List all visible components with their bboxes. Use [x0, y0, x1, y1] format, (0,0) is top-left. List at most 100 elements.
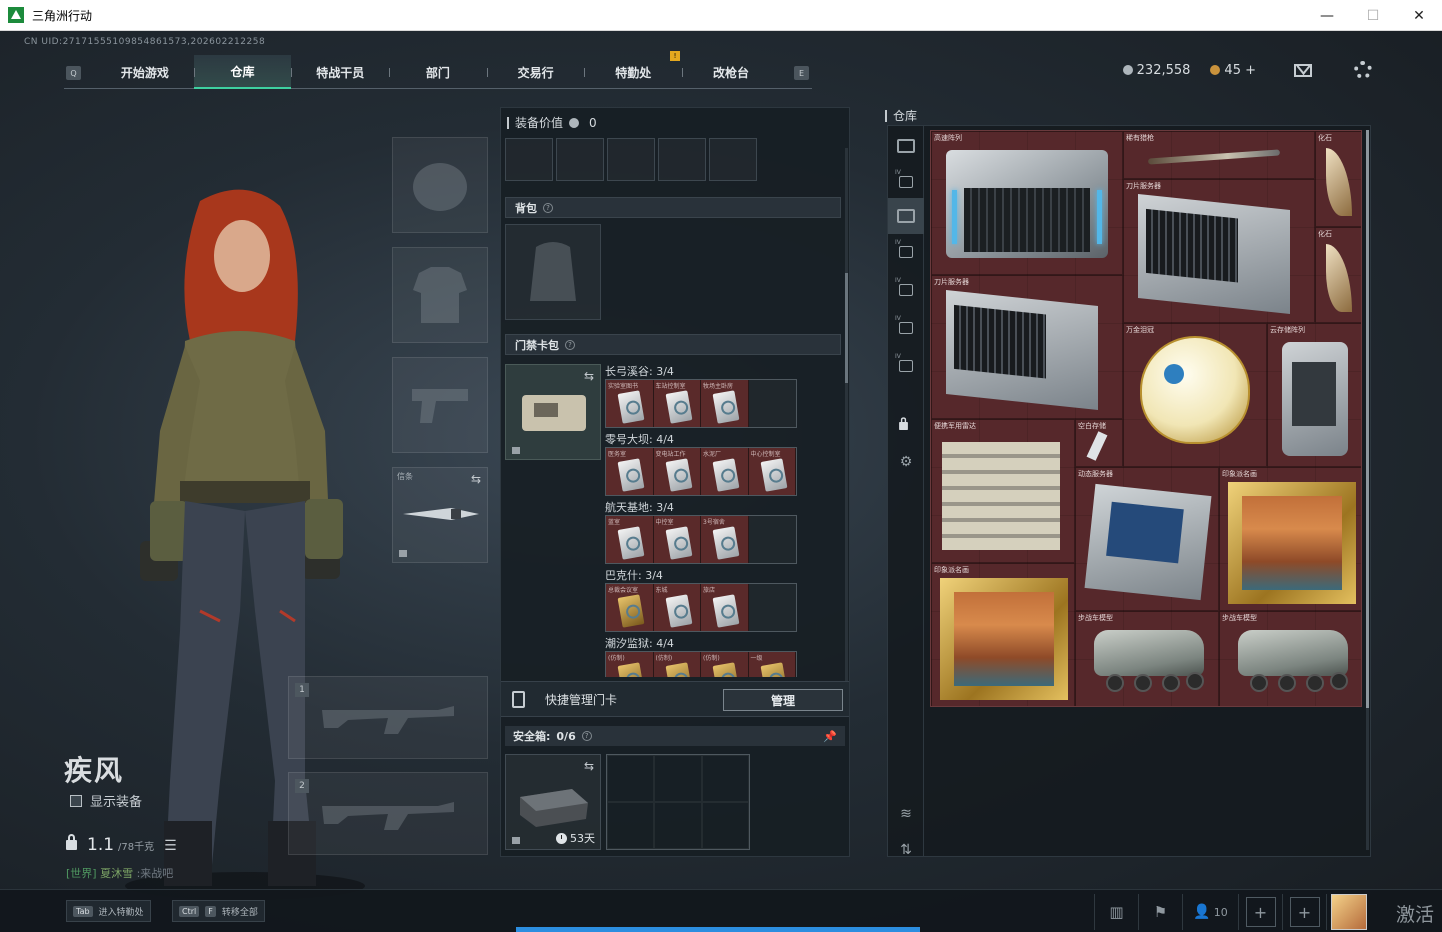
- nav-tab[interactable]: 改枪台: [682, 55, 780, 89]
- rig-slot[interactable]: [709, 138, 757, 181]
- nav-tab[interactable]: 仓库: [193, 55, 292, 89]
- keycard-item[interactable]: 变电站工作: [653, 448, 701, 495]
- warehouse-item[interactable]: 步战车模型: [1219, 611, 1361, 706]
- warehouse-item[interactable]: 化石: [1315, 227, 1361, 323]
- swap-icon[interactable]: ⇆: [471, 472, 481, 486]
- secondary-weapon-slot[interactable]: 2: [288, 772, 488, 855]
- player-avatar-button[interactable]: [1326, 894, 1370, 930]
- warehouse-tab-sub[interactable]: IV: [888, 272, 924, 308]
- stats-button[interactable]: ▥: [1094, 894, 1138, 930]
- nav-tab[interactable]: 部门: [389, 55, 487, 89]
- warehouse-grid[interactable]: 高速阵列 稀有猎枪 化石 刀片服务器 化石 刀片服务器 万金泪冠 云存储阵列 便携军用雷达 空白存…: [930, 130, 1362, 707]
- keycard-item[interactable]: 一级: [748, 652, 796, 677]
- warehouse-tab-locked[interactable]: [888, 408, 924, 444]
- mail-icon[interactable]: [1294, 63, 1312, 77]
- warehouse-scrollbar[interactable]: [1366, 130, 1369, 850]
- keycard-empty-slot[interactable]: [749, 380, 796, 427]
- nav-next-key[interactable]: E: [794, 66, 809, 80]
- show-equipment-checkbox[interactable]: [70, 794, 82, 807]
- warehouse-tab-settings[interactable]: ⚙: [888, 444, 924, 480]
- manage-button[interactable]: 管理: [723, 689, 843, 711]
- nav-prev-key[interactable]: Q: [66, 66, 81, 80]
- settings-gear-icon[interactable]: [1354, 61, 1372, 79]
- keycard-item[interactable]: 实验室图书: [606, 380, 654, 427]
- rig-slot[interactable]: [505, 138, 553, 181]
- keycard-item[interactable]: 3号宿舍: [701, 516, 749, 563]
- swap-icon[interactable]: ⇆: [584, 759, 594, 773]
- gold-currency[interactable]: 45 +: [1210, 63, 1256, 78]
- warehouse-item[interactable]: 万金泪冠: [1123, 323, 1267, 467]
- warehouse-item[interactable]: 刀片服务器: [931, 275, 1123, 419]
- pistol-slot[interactable]: [392, 357, 488, 453]
- warehouse-tab-main[interactable]: [888, 198, 924, 234]
- warehouse-item[interactable]: 稀有猎枪: [1123, 131, 1315, 179]
- rig-slot[interactable]: [658, 138, 706, 181]
- loadout-scrollbar[interactable]: [845, 148, 848, 688]
- melee-slot[interactable]: 信条 ⇆: [392, 467, 488, 563]
- warehouse-item[interactable]: 空白存储: [1075, 419, 1123, 467]
- warehouse-item[interactable]: 步战车模型: [1075, 611, 1219, 706]
- keycard-case-slot[interactable]: ⇆: [505, 364, 601, 460]
- keycard-empty-slot[interactable]: [749, 584, 796, 631]
- warehouse-item[interactable]: 高速阵列: [931, 131, 1123, 275]
- swap-icon[interactable]: ⇆: [584, 369, 594, 383]
- show-equipment-toggle[interactable]: 显示装备: [70, 791, 142, 810]
- warehouse-item[interactable]: 便携军用雷达: [931, 419, 1075, 563]
- keycard-item[interactable]: (仿制): [653, 652, 701, 677]
- transfer-all-hint[interactable]: Ctrl F 转移全部: [172, 900, 265, 922]
- nav-tab[interactable]: 特勤处: [584, 55, 682, 89]
- keycard-item[interactable]: 水泥厂: [701, 448, 749, 495]
- rig-slot[interactable]: [556, 138, 604, 181]
- nav-tab[interactable]: 交易行: [486, 55, 585, 89]
- warehouse-item[interactable]: 化石: [1315, 131, 1361, 227]
- help-icon[interactable]: ?: [543, 202, 553, 213]
- invite-slot-1[interactable]: +: [1238, 894, 1282, 930]
- keycard-item[interactable]: 总裁会议室: [606, 584, 654, 631]
- keycard-empty-slot[interactable]: [749, 516, 796, 563]
- warehouse-item[interactable]: 刀片服务器: [1123, 179, 1315, 323]
- keycard-item[interactable]: 中心控制室: [748, 448, 796, 495]
- help-icon[interactable]: ?: [565, 339, 575, 350]
- friends-button[interactable]: 👤 10: [1182, 894, 1238, 930]
- safe-box-grid[interactable]: [606, 754, 750, 850]
- rifle-icon: [322, 705, 454, 734]
- keycard-item[interactable]: 牧场主卧房: [701, 380, 749, 427]
- list-icon[interactable]: ☰: [164, 838, 177, 854]
- pin-icon[interactable]: 📌: [823, 730, 837, 743]
- keycard-item[interactable]: 蓝室: [606, 516, 654, 563]
- warehouse-tab-sub[interactable]: IV: [888, 164, 924, 200]
- invite-slot-2[interactable]: +: [1282, 894, 1326, 930]
- rig-slot[interactable]: [607, 138, 655, 181]
- warehouse-item[interactable]: 动态服务器: [1075, 467, 1219, 611]
- keycard-item[interactable]: (仿制): [606, 652, 654, 677]
- flag-button[interactable]: ⚑: [1138, 894, 1182, 930]
- armor-slot[interactable]: [392, 247, 488, 343]
- warehouse-item[interactable]: 印象派名画: [931, 563, 1075, 706]
- keycard-item[interactable]: (仿制): [701, 652, 749, 677]
- keycard-item[interactable]: 东城: [653, 584, 701, 631]
- close-button[interactable]: ✕: [1396, 0, 1442, 31]
- nav-tab[interactable]: 特战干员: [291, 55, 389, 89]
- help-icon[interactable]: ?: [581, 731, 592, 741]
- minimize-button[interactable]: —: [1304, 0, 1350, 31]
- warehouse-tab-sub[interactable]: IV: [888, 310, 924, 346]
- warehouse-item[interactable]: 印象派名画: [1219, 467, 1361, 611]
- warehouse-item[interactable]: 云存储阵列: [1267, 323, 1361, 467]
- world-chat-line[interactable]: [世界] 夏沐雪 :来战吧: [66, 865, 173, 881]
- keycard-item[interactable]: 车站控制室: [653, 380, 701, 427]
- warehouse-tab-sub[interactable]: IV: [888, 348, 924, 384]
- warehouse-tab-layers[interactable]: ≋: [888, 796, 924, 832]
- keycard-item[interactable]: 医务室: [606, 448, 654, 495]
- warehouse-tab-all[interactable]: [888, 128, 924, 164]
- enter-workshop-hint[interactable]: Tab 进入特勤处: [66, 900, 151, 922]
- warehouse-tab-sub[interactable]: IV: [888, 234, 924, 270]
- keycard-item[interactable]: 旅店: [701, 584, 749, 631]
- primary-weapon-slot[interactable]: 1: [288, 676, 488, 759]
- nav-tab[interactable]: 开始游戏: [96, 55, 194, 89]
- warehouse-tab-sort[interactable]: ⇅: [888, 832, 924, 868]
- backpack-slot[interactable]: [505, 224, 601, 320]
- keycard-item[interactable]: 中控室: [653, 516, 701, 563]
- safe-box-slot[interactable]: ⇆ 53天: [505, 754, 601, 850]
- helmet-slot[interactable]: [392, 137, 488, 233]
- maximize-button[interactable]: ☐: [1350, 0, 1396, 31]
